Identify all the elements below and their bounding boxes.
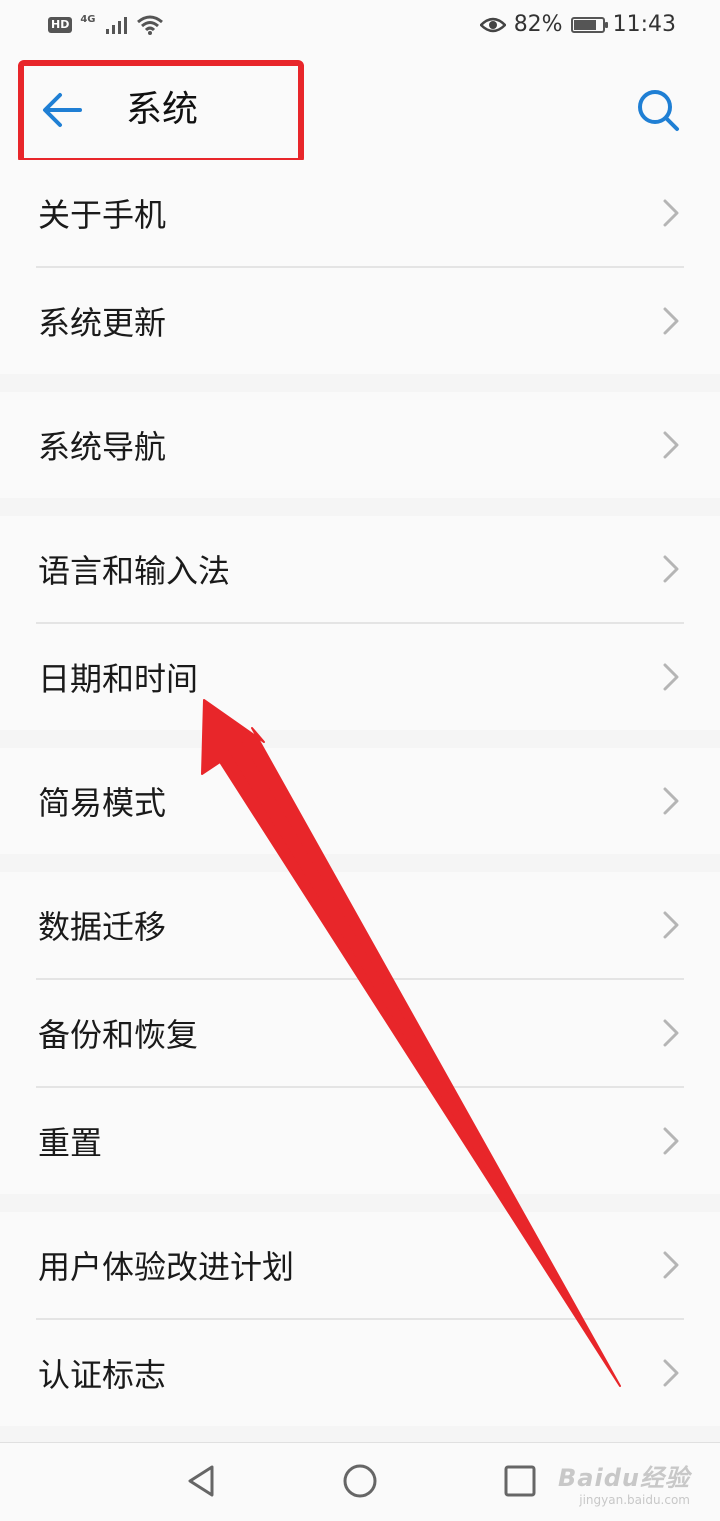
chevron-right-icon — [663, 1251, 679, 1279]
list-item[interactable]: 备份和恢复 — [0, 980, 720, 1086]
nav-home-icon[interactable] — [340, 1461, 380, 1501]
chevron-right-icon — [663, 911, 679, 939]
list-item[interactable]: 日期和时间 — [0, 624, 720, 730]
chevron-right-icon — [663, 307, 679, 335]
chevron-right-icon — [663, 199, 679, 227]
watermark-sub: jingyan.baidu.com — [579, 1493, 690, 1507]
chevron-right-icon — [663, 1127, 679, 1155]
list-item-label: 用户体验改进计划 — [38, 1248, 295, 1286]
list-item[interactable]: 简易模式 — [0, 748, 720, 854]
list-item-label: 重置 — [38, 1124, 103, 1162]
chevron-right-icon — [663, 1359, 679, 1387]
list-item-label: 系统更新 — [38, 304, 167, 342]
network-type: 4G — [80, 13, 96, 25]
signal-icon — [105, 17, 127, 34]
list-item[interactable]: 认证标志 — [0, 1320, 720, 1426]
settings-group: 简易模式 — [0, 748, 720, 854]
clock: 11:43 — [612, 12, 676, 37]
list-item[interactable]: 关于手机 — [0, 160, 720, 266]
battery-percent: 82% — [513, 12, 563, 37]
list-item[interactable]: 数据迁移 — [0, 872, 720, 978]
list-item[interactable]: 重置 — [0, 1088, 720, 1194]
list-item[interactable]: 语言和输入法 — [0, 516, 720, 622]
chevron-right-icon — [663, 431, 679, 459]
nav-back-icon[interactable] — [182, 1461, 222, 1501]
wifi-icon — [136, 15, 163, 35]
title-highlight-box — [18, 60, 304, 164]
settings-group: 语言和输入法 日期和时间 — [0, 516, 720, 730]
list-item-label: 备份和恢复 — [38, 1016, 199, 1054]
watermark-main: Baidu经验 — [558, 1464, 690, 1492]
list-item-label: 认证标志 — [38, 1356, 167, 1394]
settings-group: 关于手机 系统更新 — [0, 160, 720, 374]
status-bar: HD 4G 82% 11:43 — [0, 0, 720, 56]
chevron-right-icon — [663, 1019, 679, 1047]
settings-group: 数据迁移备份和恢复重置 — [0, 872, 720, 1194]
list-item-label: 日期和时间 — [38, 660, 199, 698]
status-right: 82% 11:43 — [479, 12, 676, 37]
nav-recents-icon[interactable] — [500, 1461, 540, 1501]
chevron-right-icon — [663, 555, 679, 583]
chevron-right-icon — [663, 663, 679, 691]
battery-icon — [570, 16, 608, 33]
eye-comfort-icon — [479, 17, 506, 32]
list-item-label: 关于手机 — [38, 196, 167, 234]
list-item-label: 语言和输入法 — [38, 552, 231, 590]
status-left: HD 4G — [48, 14, 164, 36]
hd-badge: HD — [48, 17, 73, 33]
settings-group: 系统导航 — [0, 392, 720, 498]
list-item-label: 简易模式 — [38, 784, 167, 822]
list-item[interactable]: 系统更新 — [0, 268, 720, 374]
list-item-label: 数据迁移 — [38, 908, 167, 946]
settings-list: 关于手机系统更新系统导航语言和输入法 日期和时间简易模式数据迁移备份和恢复重置用户… — [0, 160, 720, 1444]
search-icon[interactable] — [634, 86, 682, 134]
baidu-watermark: Baidu经验 jingyan.baidu.com — [558, 1458, 690, 1507]
list-item[interactable]: 用户体验改进计划 — [0, 1212, 720, 1318]
list-item[interactable]: 系统导航 — [0, 392, 720, 498]
settings-group: 用户体验改进计划 认证标志 — [0, 1212, 720, 1426]
list-item-label: 系统导航 — [38, 428, 167, 466]
chevron-right-icon — [663, 787, 679, 815]
